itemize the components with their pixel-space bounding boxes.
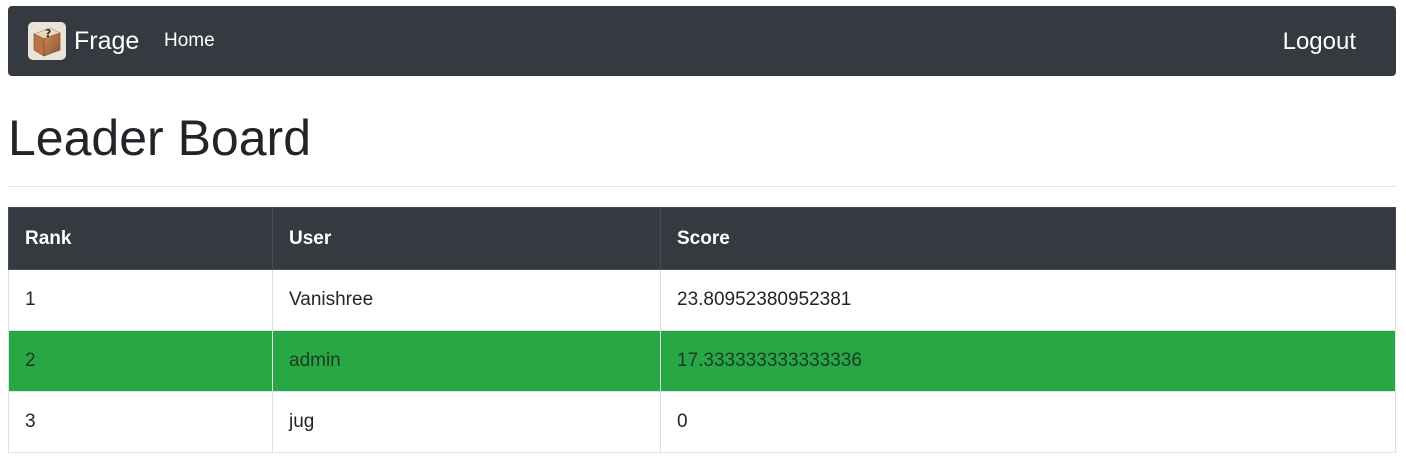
navbar: ? Frage Home Logout [8, 6, 1396, 76]
rank-cell: 1 [8, 269, 273, 331]
user-cell: Vanishree [272, 269, 661, 331]
page-title: Leader Board [8, 110, 312, 166]
table-row-current-user: 2 admin 17.333333333333336 [8, 330, 1396, 392]
svg-text:?: ? [45, 27, 51, 40]
header-row: Rank User Score [8, 207, 1396, 270]
table-row: 1 Vanishree 23.80952380952381 [8, 269, 1396, 331]
nav-home-link[interactable]: Home [164, 27, 215, 55]
table-row: 3 jug 0 [8, 391, 1396, 453]
table-body: 1 Vanishree 23.80952380952381 2 admin 17… [8, 269, 1396, 453]
user-cell: jug [272, 391, 661, 453]
score-cell: 17.333333333333336 [660, 330, 1396, 392]
column-header-score: Score [660, 207, 1396, 270]
rank-cell: 2 [8, 330, 273, 392]
title-divider [8, 186, 1396, 187]
score-cell: 0 [660, 391, 1396, 453]
logout-link[interactable]: Logout [1283, 26, 1356, 58]
brand-name: Frage [74, 27, 140, 55]
score-cell: 23.80952380952381 [660, 269, 1396, 331]
table-header: Rank User Score [8, 207, 1396, 270]
user-cell: admin [272, 330, 661, 392]
column-header-rank: Rank [8, 207, 273, 270]
question-box-icon: ? [28, 22, 66, 60]
rank-cell: 3 [8, 391, 273, 453]
column-header-user: User [272, 207, 661, 270]
leaderboard-table: Rank User Score 1 Vanishree 23.809523809… [8, 207, 1396, 453]
brand-link[interactable]: ? Frage [28, 22, 139, 60]
